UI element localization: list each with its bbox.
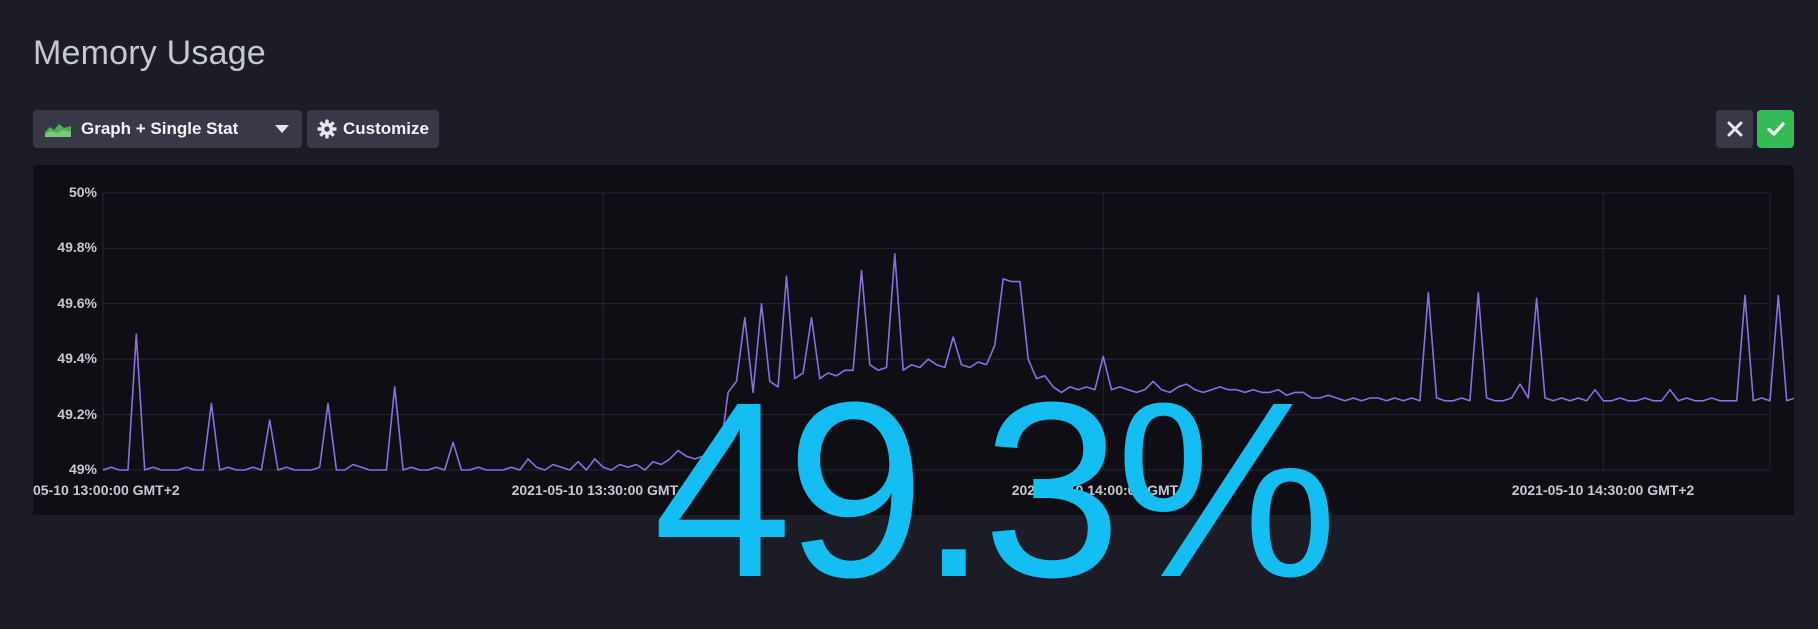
- x-tick-label: 2021-05-10 14:30:00 GMT+2: [1511, 482, 1695, 498]
- graph-panel: 49% 49.2% 49.4% 49.6% 49.8% 50% 05-10 13:00:0…: [33, 165, 1818, 615]
- y-tick-label: 49.2%: [57, 405, 97, 422]
- y-tick-label: 49.4%: [57, 350, 97, 367]
- y-tick-label: 49.8%: [57, 239, 97, 256]
- close-icon: [1727, 121, 1742, 137]
- x-tick-label: 2021-05-10 14:00:00 GMT+2: [1011, 482, 1195, 498]
- y-tick-label: 49%: [68, 461, 97, 477]
- plot-frame: [102, 192, 1771, 471]
- graph-area-icon: [45, 121, 71, 137]
- y-tick-label: 49.6%: [57, 294, 97, 311]
- customize-label: Customize: [343, 119, 429, 138]
- x-tick-label: 05-10 13:00:00 GMT+2: [33, 482, 180, 498]
- customize-button[interactable]: Customize: [307, 110, 439, 148]
- series-line-0: [102, 253, 1818, 471]
- y-tick-label: 50%: [68, 184, 97, 200]
- toolbar: Graph + Single Stat Customize: [33, 110, 439, 148]
- x-tick-label: 2021-05-10 13:30:00 GMT+2: [511, 482, 695, 498]
- visualization-type-label: Graph + Single Stat: [81, 119, 239, 138]
- line-chart: [102, 192, 1818, 471]
- cancel-button[interactable]: [1716, 110, 1753, 148]
- visualization-type-dropdown[interactable]: Graph + Single Stat: [33, 110, 302, 148]
- page-title: Memory Usage: [33, 34, 266, 72]
- edit-actions: [1716, 110, 1794, 148]
- confirm-button[interactable]: [1757, 110, 1794, 148]
- caret-down-icon: [275, 125, 289, 133]
- gear-icon: [317, 119, 337, 139]
- checkmark-icon: [1766, 122, 1785, 136]
